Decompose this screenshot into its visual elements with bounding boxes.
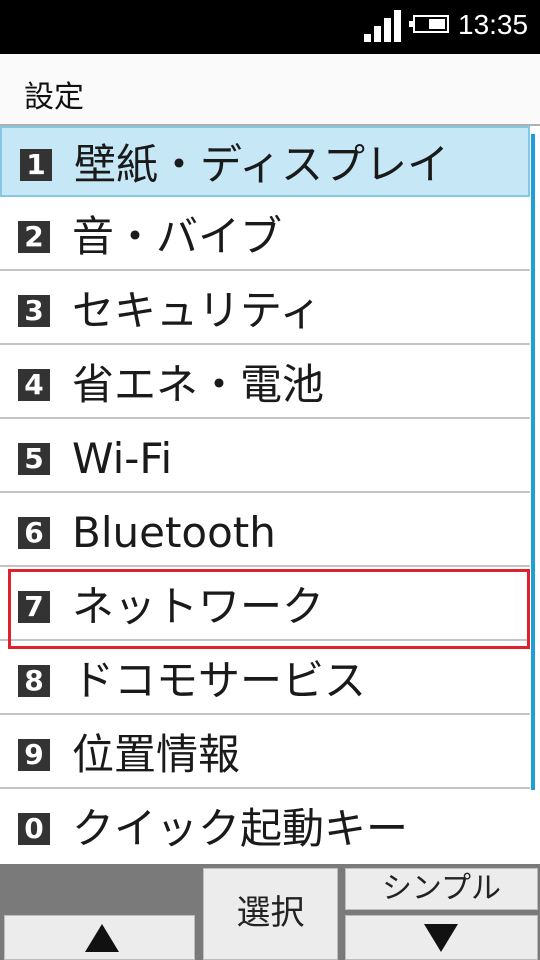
menu-item-wifi[interactable]: 5 Wi-Fi <box>0 422 530 493</box>
simple-button[interactable]: シンプル <box>345 868 538 910</box>
scrollbar[interactable] <box>531 134 535 790</box>
menu-item-label: 音・バイブ <box>72 212 283 261</box>
menu-item-power-battery[interactable]: 4 省エネ・電池 <box>0 348 530 419</box>
signal-strength-icon <box>364 10 404 42</box>
down-arrow-icon <box>424 924 458 952</box>
number-badge: 6 <box>18 517 50 549</box>
menu-item-bluetooth[interactable]: 6 Bluetooth <box>0 496 530 567</box>
settings-menu-list: 1 壁紙・ディスプレイ 2 音・バイブ 3 セキュリティ 4 省エネ・電池 5 … <box>0 126 540 864</box>
menu-item-security[interactable]: 3 セキュリティ <box>0 274 530 345</box>
number-badge: 1 <box>20 149 52 181</box>
number-badge: 3 <box>18 295 50 327</box>
menu-item-label: セキュリティ <box>72 286 322 335</box>
number-badge: 5 <box>18 443 50 475</box>
up-button[interactable] <box>4 915 195 960</box>
menu-item-wallpaper-display[interactable]: 1 壁紙・ディスプレイ <box>0 126 530 197</box>
menu-item-label: Bluetooth <box>72 508 276 557</box>
menu-item-sound-vibration[interactable]: 2 音・バイブ <box>0 200 530 271</box>
number-badge: 0 <box>18 813 50 845</box>
page-title: 設定 <box>24 80 84 115</box>
title-bar: 設定 <box>0 54 540 126</box>
menu-item-label: 壁紙・ディスプレイ <box>74 140 450 189</box>
menu-item-label: 省エネ・電池 <box>72 360 325 409</box>
number-badge: 4 <box>18 369 50 401</box>
menu-item-location[interactable]: 9 位置情報 <box>0 718 530 789</box>
number-badge: 9 <box>18 739 50 771</box>
menu-item-label: 位置情報 <box>72 730 241 779</box>
select-button[interactable]: 選択 <box>203 868 338 960</box>
menu-item-label: ネットワーク <box>72 582 325 631</box>
status-bar: 13:35 <box>0 0 540 54</box>
menu-item-quick-launch-key[interactable]: 0 クイック起動キー <box>0 792 530 863</box>
number-badge: 7 <box>18 591 50 623</box>
clock: 13:35 <box>458 9 529 40</box>
number-badge: 8 <box>18 665 50 697</box>
number-badge: 2 <box>18 221 50 253</box>
up-arrow-icon <box>85 924 119 952</box>
menu-item-network[interactable]: 7 ネットワーク <box>0 570 530 641</box>
menu-item-label: クイック起動キー <box>72 804 409 853</box>
menu-item-docomo-service[interactable]: 8 ドコモサービス <box>0 644 530 715</box>
menu-item-label: ドコモサービス <box>72 656 367 705</box>
menu-item-label: Wi-Fi <box>72 434 173 483</box>
softkey-bar: 選択 シンプル <box>0 864 540 960</box>
down-button[interactable] <box>345 915 538 960</box>
battery-icon <box>409 15 449 33</box>
